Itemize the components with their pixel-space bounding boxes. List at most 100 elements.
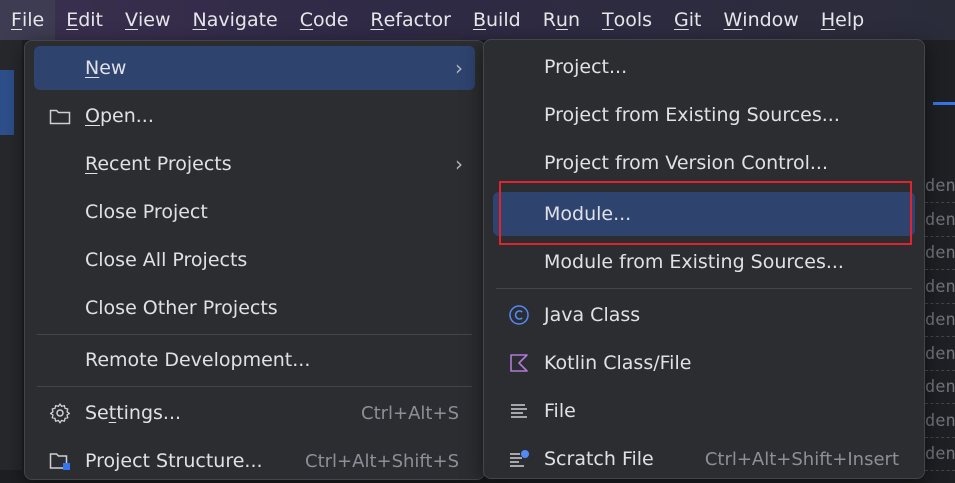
- shortcut-label: Ctrl+Alt+S: [361, 402, 459, 424]
- menu-item-label: File: [544, 400, 576, 422]
- mnemonic: R: [370, 9, 384, 31]
- menu-item-label: Close Project: [85, 201, 208, 223]
- menu-item-label: tings...: [116, 402, 182, 424]
- editor-background: den den den den den den den den den: [925, 40, 955, 471]
- menu-bar: File Edit View Navigate Code Refactor Build Ru n…: [0, 0, 955, 40]
- code-separator: [925, 436, 955, 438]
- menu-item-label: Module from Existing Sources...: [544, 251, 844, 273]
- menu-divider: [37, 334, 472, 335]
- mnemonic: N: [192, 9, 207, 31]
- menu-item-java-class[interactable]: Java Class: [493, 293, 915, 337]
- code-fragment: den: [925, 209, 955, 230]
- menu-item-project-structure[interactable]: Project Structure... Ctrl+Alt+Shift+S: [34, 439, 475, 483]
- menu-item-module-from-existing-sources[interactable]: Module from Existing Sources...: [493, 240, 915, 284]
- menubar-item-edit[interactable]: Edit: [55, 0, 114, 40]
- mnemonic: B: [472, 9, 487, 31]
- menubar-item-label: n: [567, 9, 580, 31]
- menubar-item-label: ile: [21, 9, 45, 31]
- menubar-item-refactor[interactable]: Refactor: [359, 0, 462, 40]
- code-fragment: den: [925, 310, 955, 330]
- menu-item-remote-development[interactable]: Remote Development...: [34, 338, 475, 382]
- menu-item-label: Java Class: [544, 304, 641, 326]
- menu-item-project-from-existing-sources[interactable]: Project from Existing Sources...: [493, 93, 915, 137]
- menu-item-label: Project from Existing Sources...: [544, 104, 840, 126]
- mnemonic: u: [555, 9, 568, 31]
- menu-item-new[interactable]: New ›: [34, 46, 475, 90]
- menu-item-scratch-file[interactable]: Scratch File Ctrl+Alt+Shift+Insert: [493, 437, 915, 481]
- menubar-item-label: dit: [78, 9, 103, 31]
- code-separator: [925, 336, 955, 337]
- shortcut-label: Ctrl+Alt+Shift+Insert: [704, 448, 899, 470]
- menubar-item-tools[interactable]: Tools: [591, 0, 663, 40]
- file-lines-icon: [507, 399, 531, 423]
- chevron-right-icon: ›: [455, 152, 463, 176]
- menu-item-label: Close Other Projects: [85, 297, 278, 319]
- menubar-item-help[interactable]: Help: [810, 0, 875, 40]
- scratch-file-icon: [507, 447, 531, 471]
- menubar-item-label: indow: [742, 9, 799, 31]
- active-tool-indicator: [0, 70, 14, 135]
- menubar-item-view[interactable]: View: [114, 0, 182, 40]
- chevron-right-icon: ›: [455, 56, 463, 80]
- menubar-item-code[interactable]: Code: [289, 0, 360, 40]
- menubar-item-navigate[interactable]: Navigate: [182, 0, 289, 40]
- menubar-item-build[interactable]: Build: [462, 0, 532, 40]
- menubar-item-label: ode: [313, 9, 349, 31]
- menu-item-file[interactable]: File: [493, 389, 915, 433]
- mnemonic: R: [85, 153, 98, 175]
- menubar-item-label: it: [688, 9, 702, 31]
- menubar-item-git[interactable]: Git: [663, 0, 712, 40]
- menu-item-project-from-version-control[interactable]: Project from Version Control...: [493, 141, 915, 185]
- menu-item-open[interactable]: Open...: [34, 94, 475, 138]
- code-separator: [925, 470, 955, 471]
- mnemonic: E: [66, 9, 79, 31]
- menubar-item-label: R: [542, 9, 556, 31]
- folder-icon: [48, 104, 72, 128]
- menubar-item-label: avigate: [206, 9, 278, 31]
- menu-item-label: Close All Projects: [85, 249, 248, 271]
- kotlin-icon: [507, 351, 531, 375]
- menubar-item-label: iew: [138, 9, 171, 31]
- menubar-item-label: uild: [486, 9, 521, 31]
- new-submenu: Project... Project from Existing Sources…: [483, 39, 925, 479]
- mnemonic: C: [299, 9, 314, 31]
- code-fragment: den: [925, 176, 955, 196]
- code-fragment: den: [925, 410, 955, 431]
- menu-divider: [496, 288, 912, 289]
- menu-divider: [37, 386, 472, 387]
- menu-item-settings[interactable]: Settings... Ctrl+Alt+S: [34, 391, 475, 435]
- menu-item-label: ew: [99, 57, 127, 79]
- code-fragment: den: [925, 276, 955, 297]
- menu-item-label: Project...: [544, 56, 628, 78]
- menubar-item-file[interactable]: File: [0, 0, 56, 40]
- menu-item-label: Project Structure...: [85, 450, 263, 472]
- menu-item-label: Remote Development...: [85, 349, 311, 371]
- editor-tab-indicator: [933, 102, 955, 105]
- menu-item-kotlin-class-file[interactable]: Kotlin Class/File: [493, 341, 915, 385]
- menu-item-close-project[interactable]: Close Project: [34, 190, 475, 234]
- file-menu: New › Open... Recent Projects › Close Pr…: [24, 40, 485, 480]
- menu-item-close-all-projects[interactable]: Close All Projects: [34, 238, 475, 282]
- menu-item-label: Project from Version Control...: [544, 152, 829, 174]
- menubar-item-label: ools: [613, 9, 653, 31]
- menu-item-label: Se: [85, 402, 109, 424]
- code-fragment: den: [925, 377, 955, 397]
- code-separator: [925, 269, 955, 270]
- mnemonic: T: [601, 9, 614, 31]
- menubar-item-run[interactable]: Run: [532, 0, 591, 40]
- code-separator: [925, 235, 955, 237]
- menu-item-close-other-projects[interactable]: Close Other Projects: [34, 286, 475, 330]
- menubar-item-label: efactor: [383, 9, 451, 31]
- project-structure-icon: [48, 449, 72, 473]
- mnemonic: O: [85, 105, 100, 127]
- mnemonic: F: [11, 9, 22, 31]
- menubar-item-window[interactable]: Window: [713, 0, 810, 40]
- code-separator: [925, 369, 955, 371]
- code-separator: [925, 302, 955, 304]
- menu-item-project[interactable]: Project...: [493, 45, 915, 89]
- menu-item-label: ecent Projects: [97, 153, 232, 175]
- mnemonic: G: [674, 9, 689, 31]
- menu-item-recent-projects[interactable]: Recent Projects ›: [34, 142, 475, 186]
- menubar-item-label: elp: [835, 9, 865, 31]
- menu-item-label: Scratch File: [544, 448, 654, 470]
